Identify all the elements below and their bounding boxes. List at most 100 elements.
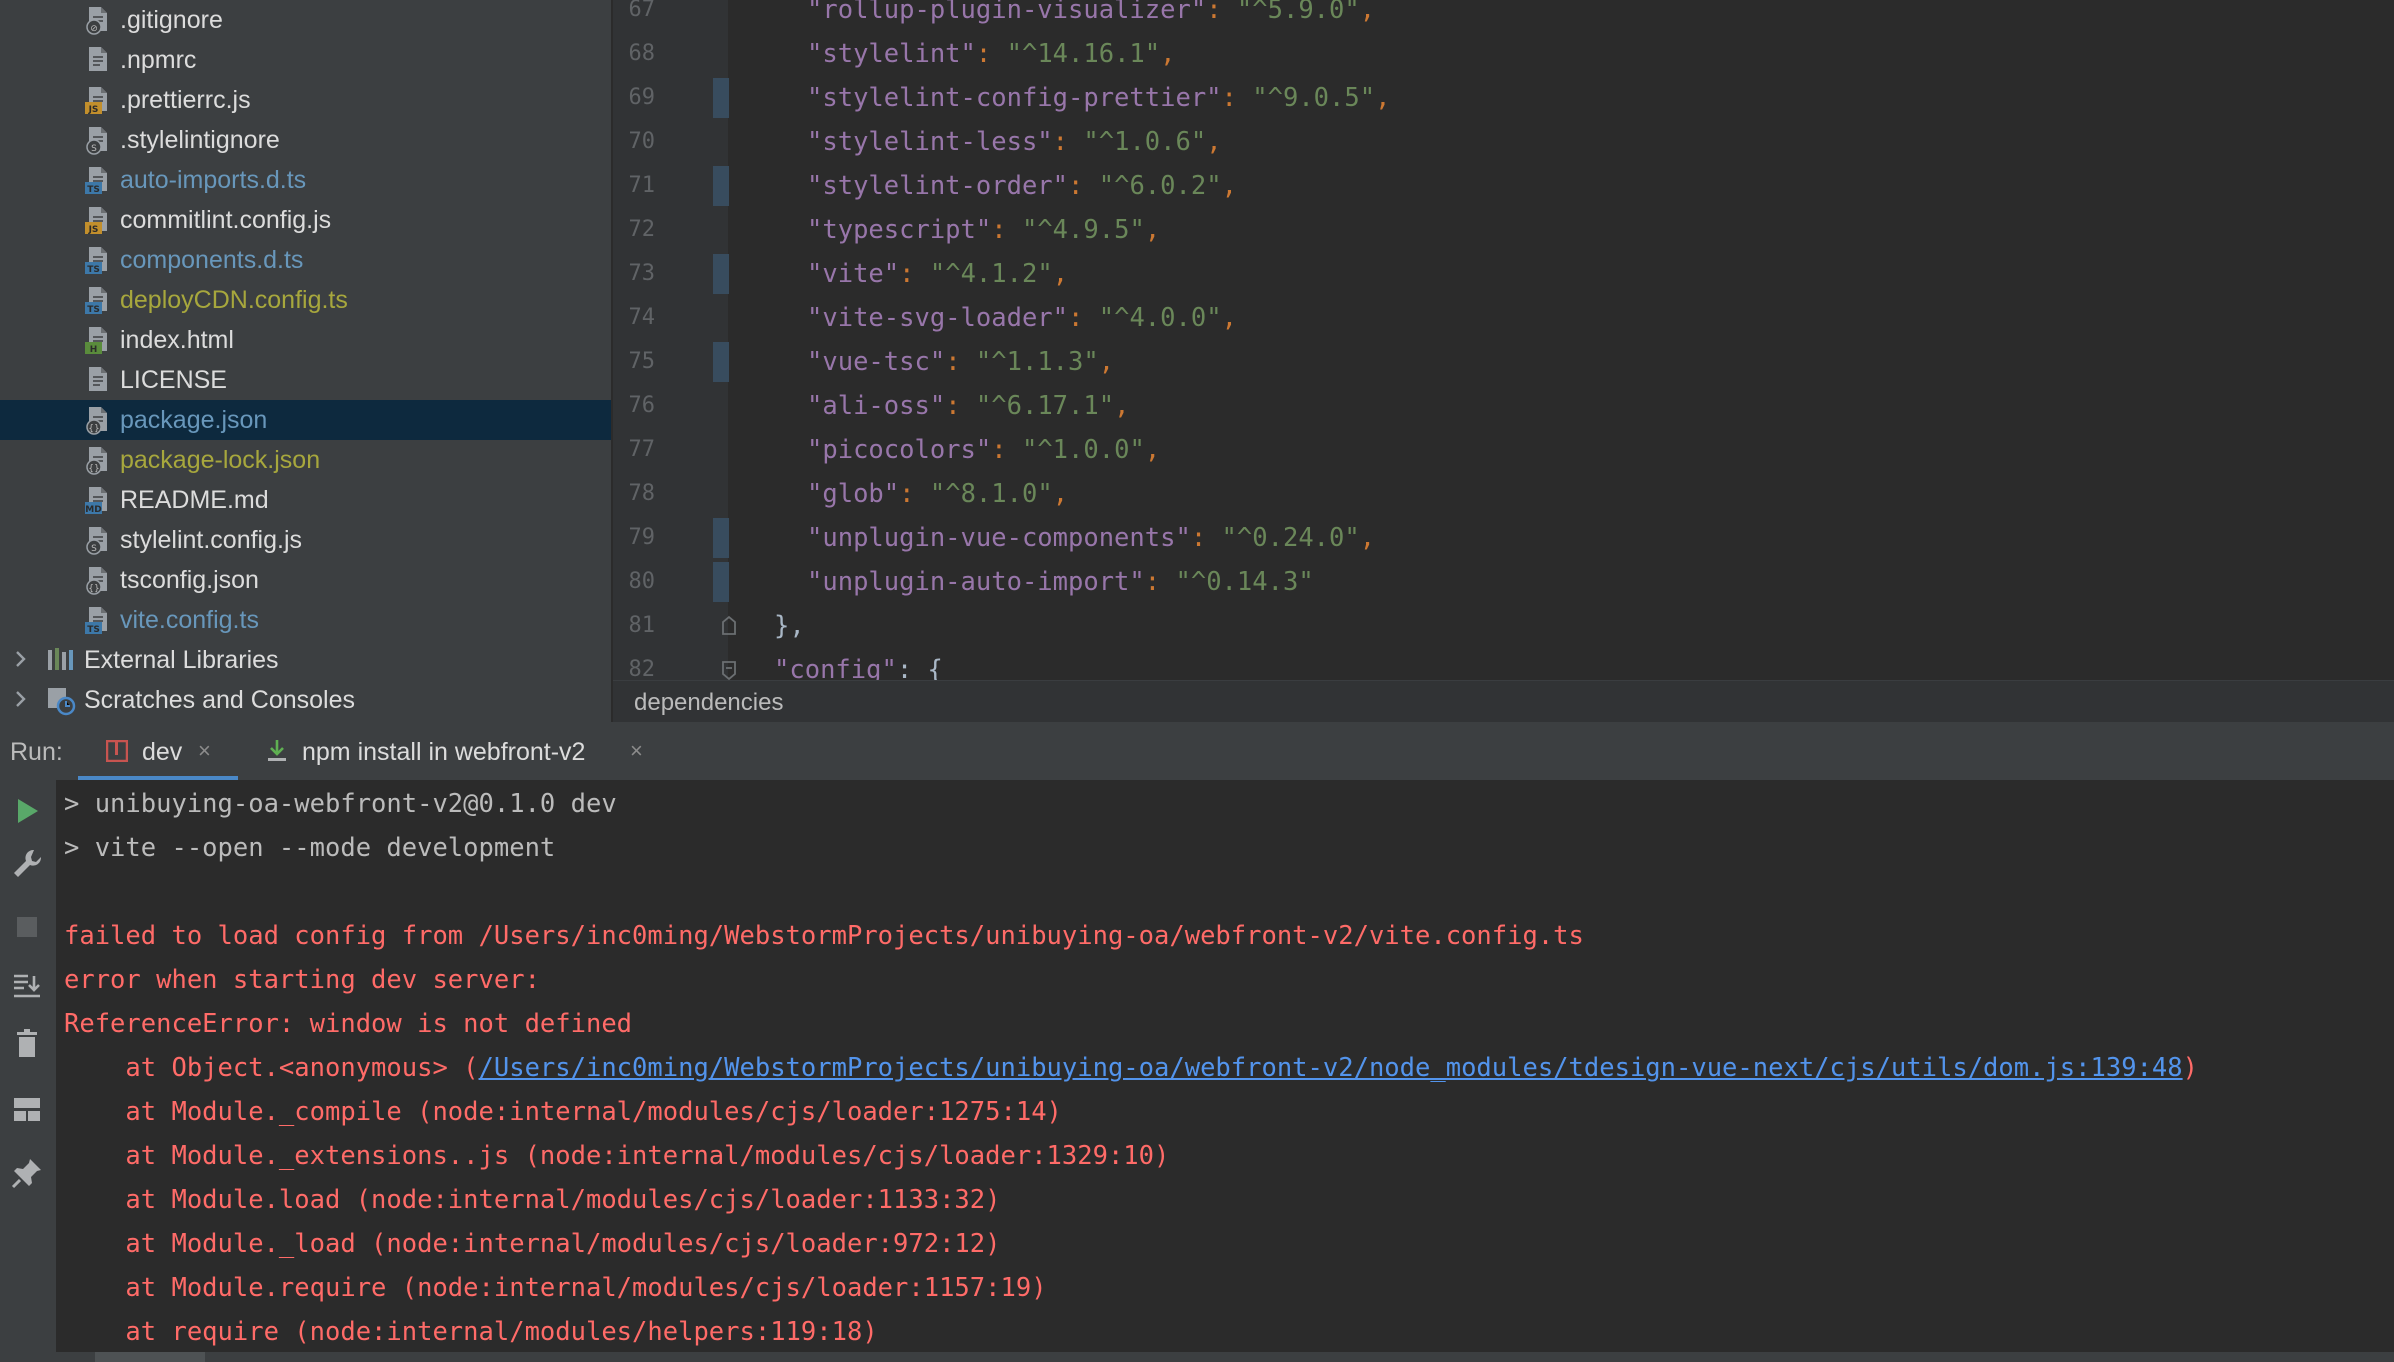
file-dot-prettierrc-js[interactable]: JS .prettierrc.js [0,80,612,120]
vcs-change-marker[interactable] [713,562,729,602]
file-tsconfig-json[interactable]: {} tsconfig.json [0,560,612,600]
file-package-lock-json[interactable]: {} package-lock.json [0,440,612,480]
fold-end-icon[interactable] [719,614,739,638]
json-quote: " [1221,523,1237,553]
json-colon: : [1144,567,1176,597]
file-vite-config-ts[interactable]: TS vite.config.ts [0,600,612,640]
json-quote: " [1098,171,1115,201]
run-toolbar [0,780,56,1362]
tree-node-external-libraries[interactable]: External Libraries [0,640,612,680]
chevron-right-icon[interactable] [14,688,34,712]
json-colon: : [1190,523,1222,553]
file-readme-md[interactable]: MD README.md [0,480,612,520]
json-quote: " [1252,83,1268,113]
horizontal-scrollbar[interactable] [0,1352,2394,1362]
svg-text:TS: TS [87,265,100,275]
vcs-change-marker[interactable] [713,342,729,382]
code-line: "typescript": "^4.9.5", [807,208,1160,252]
code-line: "glob": "^8.1.0", [807,472,1068,516]
file-name: .npmrc [120,46,197,74]
text-file-icon [84,365,110,395]
wrench-icon[interactable] [10,846,44,880]
file-stylelint-config-js[interactable]: Sstylelint.config.js [0,520,612,560]
json-quote: " [1344,0,1360,25]
line-number: 73 [628,261,656,286]
chevron-right-icon[interactable] [14,648,34,672]
json-key: unplugin-vue-components [822,523,1176,553]
scroll-to-end-icon[interactable] [10,970,44,1004]
vcs-change-marker[interactable] [713,254,729,294]
svg-text:{}: {} [88,424,99,434]
file-commitlint-config-js[interactable]: JS commitlint.config.js [0,200,612,240]
json-quote: " [1052,303,1069,333]
json-file-icon: {} [84,565,110,595]
file-components-d-ts[interactable]: TS components.d.ts [0,240,612,280]
stop-icon[interactable] [10,910,44,944]
json-quote: " [975,391,992,421]
json-quote: " [929,479,946,509]
tab-dev-close-icon[interactable]: × [198,738,211,764]
json-quote: " [1037,479,1053,509]
file-auto-imports-d-ts[interactable]: TS auto-imports.d.ts [0,160,612,200]
fold-start-icon[interactable] [719,658,739,680]
pin-icon[interactable] [10,1156,44,1190]
stack-frame-file-link[interactable]: /Users/inc0ming/WebstormProjects/unibuyi… [479,1053,2183,1083]
json-value: ^9.0.5 [1267,83,1360,113]
scrollbar-thumb[interactable] [95,1352,205,1362]
trash-icon[interactable] [10,1026,44,1060]
library-icon [46,646,73,676]
file-name: index.html [120,326,234,354]
json-key: stylelint-less [822,127,1038,157]
json-colon: : [1206,0,1237,25]
file-license[interactable]: LICENSE [0,360,612,400]
run-tool-window-header: Run: dev × npm install in webfront-v2 × [0,722,2394,781]
json-value: ^14.16.1 [1021,39,1145,69]
console-line: at Object.<anonymous> (/Users/inc0ming/W… [64,1046,2198,1090]
file-name: deployCDN.config.ts [120,286,348,314]
svg-text:JS: JS [88,225,99,235]
layout-icon[interactable] [10,1092,44,1126]
json-colon: : [945,391,976,421]
json-quote: " [807,171,823,201]
console-line: failed to load config from /Users/inc0mi… [64,921,1584,951]
breadcrumb-dependencies[interactable]: dependencies [634,689,783,717]
rerun-icon[interactable] [10,794,44,828]
tab-npm-install[interactable]: npm install in webfront-v2 × [262,722,662,780]
run-console-output[interactable]: > unibuying-oa-webfront-v2@0.1.0 dev > vi… [56,780,2394,1362]
json-key: unplugin-auto-import [822,567,1130,597]
json-value: ^4.0.0 [1114,303,1207,333]
json-quote: " [975,215,992,245]
json-comma: , [1359,0,1376,25]
json-quote: " [1037,127,1053,157]
json-key: vue-tsc [822,347,930,377]
vcs-change-marker[interactable] [713,78,729,118]
code-editor[interactable]: 67 68 69 70 71 72 73 74 75 76 77 78 79 80 81 82 "rollup… [613,0,2394,680]
json-comma: , [1052,479,1069,509]
json-quote: " [883,259,900,289]
console-line: at Module._extensions..js (node:internal… [64,1141,1170,1171]
json-colon: : [1068,303,1099,333]
code-line: "stylelint": "^14.16.1", [807,32,1176,76]
tab-npm-install-close-icon[interactable]: × [630,738,643,764]
json-quote: " [1190,0,1207,25]
json-colon: : [1052,127,1084,157]
file-dot-gitignore[interactable]: ⊘ .gitignore [0,0,612,40]
file-deploycdn-config-ts[interactable]: TS deployCDN.config.ts [0,280,612,320]
json-quote: " [807,39,823,69]
tab-dev[interactable]: dev × [102,722,222,780]
file-package-json[interactable]: {} package.json [0,400,612,440]
file-dot-stylelintignore[interactable]: S .stylelintignore [0,120,612,160]
code-line: "unplugin-vue-components": "^0.24.0", [807,516,1375,560]
file-dot-npmrc[interactable]: .npmrc [0,40,612,80]
tree-node-scratches-and-consoles[interactable]: Scratches and Consoles [0,680,612,720]
json-quote: " [807,0,823,25]
file-index-html[interactable]: Hindex.html [0,320,612,360]
json-quote: " [881,655,897,680]
json-key: glob [822,479,884,509]
code-line: "stylelint-less": "^1.0.6", [807,120,1222,164]
svg-text:{}: {} [88,584,99,594]
vcs-change-marker[interactable] [713,166,729,206]
json-value: ^4.9.5 [1037,215,1130,245]
vcs-change-marker[interactable] [713,518,729,558]
json-key: stylelint [822,39,961,69]
